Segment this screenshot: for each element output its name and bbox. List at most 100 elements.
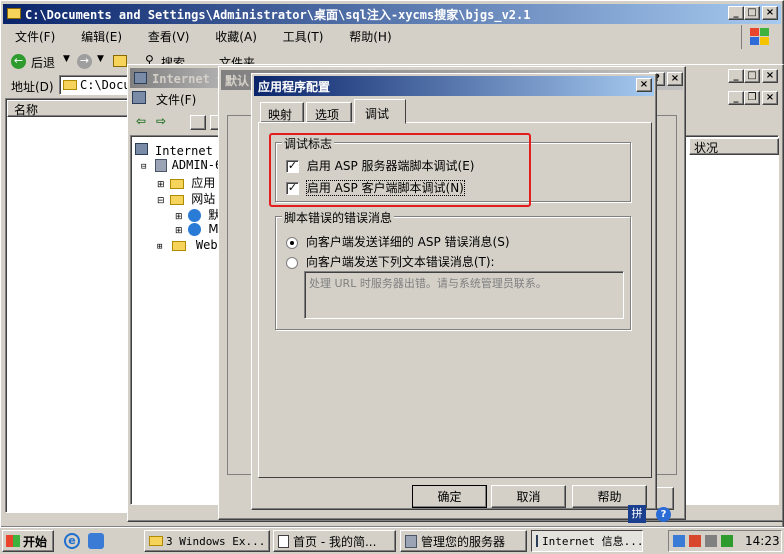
tree-node-server[interactable]: ⊟ ADMIN-60	[141, 158, 229, 172]
start-button[interactable]: 开始	[2, 530, 54, 552]
address-folder-icon	[63, 80, 77, 90]
menu-help[interactable]: 帮助(H)	[349, 30, 391, 44]
task-label: 首页 - 我的简...	[293, 534, 377, 549]
globe-icon	[188, 209, 202, 222]
menu-edit[interactable]: 编辑(E)	[81, 30, 122, 44]
quicklaunch-ie-icon[interactable]: e	[64, 533, 80, 549]
explorer-menubar: 文件(F) 编辑(E) 查看(V) 收藏(A) 工具(T) 帮助(H)	[15, 28, 715, 46]
server-icon	[155, 159, 167, 172]
tab-mapping[interactable]: 映射	[260, 102, 304, 123]
system-tray: 14:23	[668, 530, 782, 552]
address-bar: 地址(D) C:\Docum	[5, 75, 139, 95]
tab-debug-label: 调试	[365, 107, 390, 121]
send-text-radio[interactable]	[286, 256, 298, 269]
tray-shield-icon[interactable]	[689, 535, 701, 547]
taskbar-item-iis[interactable]: Internet 信息...	[531, 530, 643, 552]
tray-volume-icon[interactable]	[705, 535, 717, 547]
iis-close-button[interactable]: ×	[762, 69, 778, 83]
expand-icon[interactable]: ⊞	[157, 242, 162, 252]
explorer-close-button[interactable]: ×	[762, 6, 778, 20]
tree-node-websites[interactable]: ⊟ 网站	[157, 190, 215, 207]
debug-tab-page: 调试标志 ✓ 启用 ASP 服务器端脚本调试(E) ✓ 启用 ASP 客户端脚本…	[258, 122, 652, 478]
iis-app-icon	[536, 535, 538, 547]
tray-app-icon[interactable]	[721, 535, 733, 547]
clock[interactable]: 14:23	[745, 534, 780, 548]
collapse-icon[interactable]: ⊟	[141, 162, 146, 172]
expand-icon[interactable]: ⊞	[175, 226, 183, 236]
back-icon[interactable]: ←	[11, 54, 26, 69]
folder-icon	[170, 194, 185, 205]
column-name-label: 名称	[14, 103, 39, 117]
taskbar-item-browser[interactable]: 首页 - 我的简...	[273, 530, 396, 552]
tree-node-default-site[interactable]: ⊞ 默	[175, 206, 220, 223]
quicklaunch-explorer-icon[interactable]	[88, 533, 104, 549]
address-label: 地址(D)	[11, 80, 54, 94]
iis-app-icon	[134, 72, 147, 84]
task-label: Internet 信息...	[542, 535, 643, 548]
explorer-maximize-button[interactable]: □	[744, 6, 760, 20]
error-text-field[interactable]: 处理 URL 时服务器出错。请与系统管理员联系。	[304, 271, 624, 319]
iis-child-restore-button[interactable]: ❐	[744, 91, 760, 105]
iis-up-icon[interactable]	[190, 115, 206, 130]
menu-tools[interactable]: 工具(T)	[283, 30, 324, 44]
iis-back-icon[interactable]: ⇦	[136, 114, 146, 128]
explorer-title: C:\Documents and Settings\Administrator\…	[25, 7, 531, 22]
task-label: 3 Windows Ex...	[166, 534, 266, 548]
dialog-close-button[interactable]: ×	[636, 78, 652, 92]
folder-icon	[7, 8, 21, 19]
folder-icon	[149, 536, 163, 546]
taskbar-item-explorer[interactable]: 3 Windows Ex...	[144, 530, 270, 552]
expand-icon[interactable]: ⊞	[175, 212, 183, 222]
cancel-button[interactable]: 取消	[491, 485, 566, 508]
menu-file[interactable]: 文件(F)	[15, 30, 55, 44]
send-text-option[interactable]: 向客户端发送下列文本错误消息(T):	[286, 253, 495, 270]
help-label: 帮助	[597, 490, 622, 504]
tab-options[interactable]: 选项	[306, 102, 352, 123]
dialog-titlebar[interactable]: 应用程序配置	[254, 76, 654, 96]
iis-menu-file[interactable]: 文件(F)	[156, 93, 196, 107]
send-detailed-option[interactable]: 向客户端发送详细的 ASP 错误消息(S)	[286, 233, 510, 250]
send-detailed-radio[interactable]	[286, 236, 298, 249]
back-label[interactable]: 后退	[31, 54, 55, 71]
ok-button[interactable]: 确定	[412, 485, 487, 508]
tree-node-label: 网站	[191, 192, 216, 206]
tab-options-label: 选项	[315, 108, 340, 122]
ime-indicator-icon[interactable]: 拼	[628, 505, 646, 523]
status-column-label: 状况	[694, 141, 719, 155]
page-icon	[278, 534, 289, 548]
column-header-name[interactable]: 名称	[7, 100, 129, 117]
taskbar-item-manage-server[interactable]: 管理您的服务器	[400, 530, 527, 552]
menu-favorites[interactable]: 收藏(A)	[215, 30, 257, 44]
tree-node-app-pools[interactable]: ⊞ 应用	[157, 174, 215, 191]
app-config-dialog: 应用程序配置 × 映射 选项 调试 调试标志 ✓ 启用 ASP 服务器端脚本调试…	[251, 73, 657, 510]
back-dropdown-icon[interactable]: ▼	[63, 54, 70, 64]
forward-icon[interactable]: →	[77, 54, 92, 69]
column-header-status[interactable]: 状况	[689, 138, 779, 155]
collapse-icon[interactable]: ⊟	[157, 196, 165, 206]
up-folder-icon[interactable]	[113, 55, 127, 67]
error-text-value: 处理 URL 时服务器出错。请与系统管理员联系。	[309, 277, 547, 290]
iis-child-minimize-button[interactable]: _	[728, 91, 744, 105]
iis-child-close-button[interactable]: ×	[762, 91, 778, 105]
explorer-minimize-button[interactable]: _	[728, 6, 744, 20]
task-label: 管理您的服务器	[421, 534, 506, 549]
tab-debug[interactable]: 调试	[354, 99, 406, 124]
folder-icon	[170, 178, 185, 189]
forward-dropdown-icon[interactable]: ▼	[97, 54, 104, 64]
expand-icon[interactable]: ⊞	[157, 180, 165, 190]
properties-title: 默认	[225, 73, 250, 88]
menu-view[interactable]: 查看(V)	[148, 30, 190, 44]
send-text-label: 向客户端发送下列文本错误消息(T):	[305, 255, 495, 269]
ime-help-icon[interactable]: ?	[656, 507, 671, 522]
tree-node-site-m[interactable]: ⊞ M	[175, 222, 219, 236]
tree-node-web-ext[interactable]: ⊞ Web	[157, 238, 218, 252]
windows-logo-icon	[741, 25, 777, 49]
iis-maximize-button[interactable]: □	[744, 69, 760, 83]
tray-network-icon[interactable]	[673, 535, 685, 547]
properties-close-button[interactable]: ×	[667, 72, 683, 86]
windows-logo-icon	[6, 535, 20, 547]
iis-menu-icon	[132, 91, 146, 104]
explorer-titlebar[interactable]: C:\Documents and Settings\Administrator\…	[3, 4, 781, 24]
iis-minimize-button[interactable]: _	[728, 69, 744, 83]
iis-forward-icon[interactable]: ⇨	[156, 114, 166, 128]
